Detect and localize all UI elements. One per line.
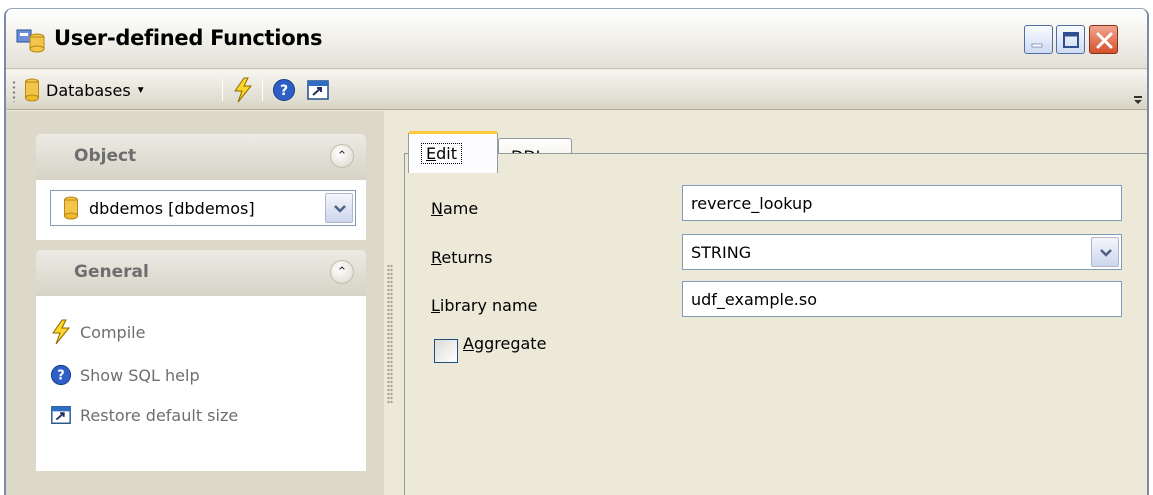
database-icon [64,196,78,220]
general-group-header[interactable]: General ⌃ [36,250,366,296]
restore-default-size-task-link[interactable]: Restore default size [50,401,238,429]
restore-default-size-task-label: Restore default size [80,405,239,425]
chevron-down-icon: ▼ [135,84,146,96]
chevron-down-icon [334,205,346,213]
restore-size-toolbar-button[interactable] [306,77,330,103]
svg-text:?: ? [57,369,64,384]
svg-text:?: ? [280,83,288,99]
lightning-compile-icon [52,319,71,345]
close-icon [1096,32,1113,49]
object-group-body: dbdemos [dbdemos] [36,180,366,240]
toolbar: Databases ▼ ? [6,70,1147,110]
restore-size-icon [51,406,71,424]
object-group-header[interactable]: Object ⌃ [36,134,366,180]
chevron-down-icon [1100,249,1112,257]
returns-select[interactable]: STRING [682,234,1122,270]
lightning-compile-icon [234,77,253,103]
maximize-button[interactable] [1056,25,1085,54]
general-group-body: Compile ? Show SQL help Restore default … [36,296,366,471]
aggregate-label[interactable]: Aggregate [463,334,546,353]
toolbar-grip[interactable] [12,80,16,102]
show-sql-help-task-label: Show SQL help [80,365,200,385]
returns-select-value: STRING [691,243,752,262]
databases-dropdown-button[interactable]: Databases ▼ [24,77,146,103]
close-button[interactable] [1089,25,1118,54]
tab-edit[interactable]: Edit [408,131,498,173]
toolbar-overflow-icon[interactable] [1133,94,1143,106]
restore-size-icon [307,80,329,100]
help-icon: ? [273,79,295,101]
compile-task-link[interactable]: Compile [50,318,145,346]
double-chevron-up-icon: ⌃ [336,148,348,163]
show-sql-help-task-link[interactable]: ? Show SQL help [50,361,200,389]
library-name-label: Library name [431,296,538,315]
returns-label: Returns [431,248,493,267]
database-icon [25,78,39,102]
general-group-title: General [74,262,149,282]
object-group-title: Object [74,146,137,166]
name-label: Name [431,199,479,218]
database-select-drop-button[interactable] [325,193,353,223]
tab-edit-label: Edit [421,143,462,164]
name-field[interactable] [682,185,1122,221]
toolbar-separator [222,79,223,101]
database-select-value: dbdemos [dbdemos] [89,199,255,218]
help-icon: ? [50,364,72,386]
collapse-object-group-button[interactable]: ⌃ [330,144,354,168]
minimize-icon [1031,43,1043,48]
maximize-icon [1063,32,1079,48]
library-name-field[interactable] [682,281,1122,317]
databases-label: Databases [46,80,131,100]
aggregate-checkbox[interactable] [434,339,458,363]
window: User-defined Functions Databases ▼ ? Obj… [4,8,1149,495]
window-title: User-defined Functions [54,26,323,50]
sql-help-toolbar-button[interactable]: ? [272,77,296,103]
double-chevron-up-icon: ⌃ [336,264,348,279]
navigation-pane: Object ⌃ dbdemos [dbdemos] General ⌃ Com… [6,111,384,495]
toolbar-separator [262,79,263,101]
compile-task-label: Compile [80,322,146,342]
minimize-button[interactable] [1024,25,1053,54]
title-bar[interactable]: User-defined Functions [6,9,1147,69]
pane-splitter[interactable] [387,264,393,404]
compile-toolbar-button[interactable] [232,77,254,103]
collapse-general-group-button[interactable]: ⌃ [330,260,354,284]
user-defined-functions-icon [16,29,45,53]
returns-select-drop-button[interactable] [1091,237,1119,267]
database-select[interactable]: dbdemos [dbdemos] [50,190,356,226]
